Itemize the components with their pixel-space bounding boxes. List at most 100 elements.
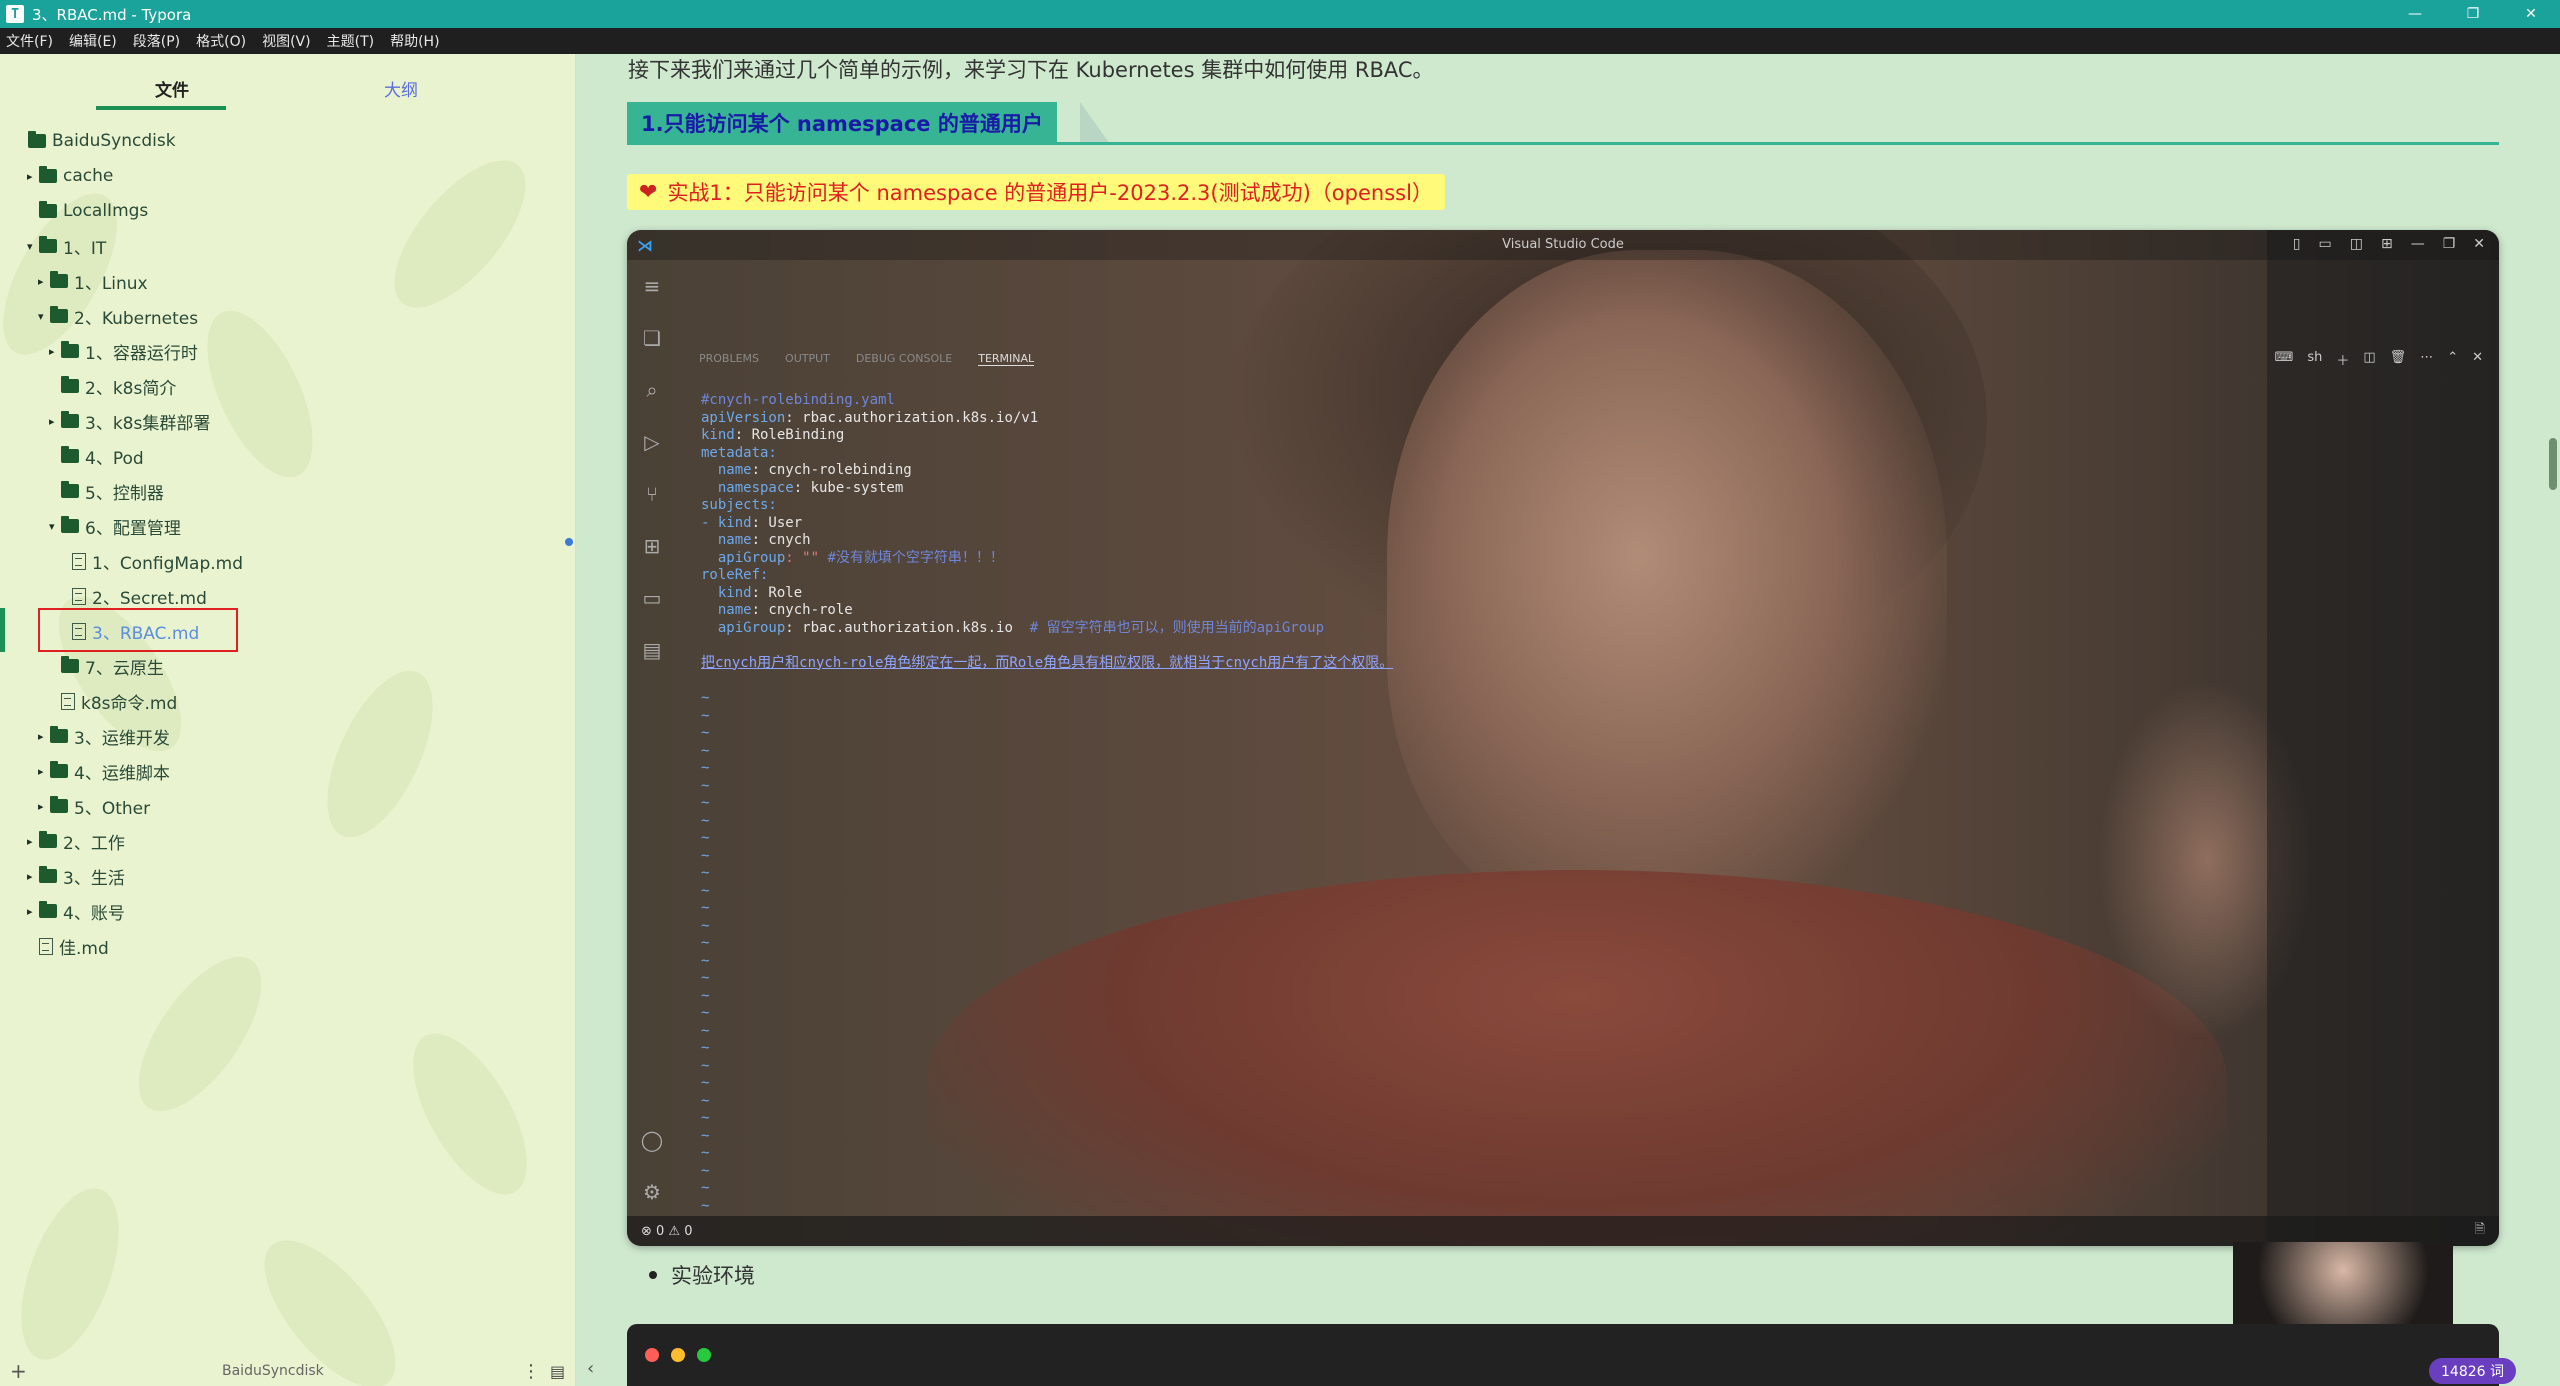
expand-down-icon[interactable]: ▾ (38, 310, 50, 323)
search-icon[interactable]: ⌕ (640, 378, 664, 402)
tree-item-label: cache (63, 166, 114, 186)
tree-item[interactable]: ▾ 6、配置管理 (49, 509, 181, 543)
expand-right-icon[interactable]: ▸ (49, 415, 61, 428)
folder-icon (61, 446, 79, 463)
tree-item[interactable]: ▸ cache (27, 159, 113, 193)
vscode-minimize-icon[interactable]: — (2411, 236, 2425, 252)
code-comment: #没有就填个空字符串！！！ (819, 549, 1004, 566)
toggle-secondary-sidebar-icon[interactable]: ◫ (2350, 236, 2363, 252)
tree-item[interactable]: ▸ 5、Other (38, 789, 150, 823)
tree-item[interactable]: ▸ 3、生活 (27, 859, 125, 893)
menu-icon[interactable]: ≡ (640, 274, 664, 298)
tree-item[interactable]: 3、RBAC.md (60, 614, 199, 648)
tree-item[interactable]: 4、Pod (49, 439, 144, 473)
tree-item[interactable]: BaiduSyncdisk (16, 124, 176, 158)
kill-terminal-icon[interactable]: 🗑 (2390, 350, 2407, 369)
vscode-close-icon[interactable]: ✕ (2473, 236, 2485, 252)
tree-item[interactable]: ▸ 3、运维开发 (38, 719, 170, 753)
activity-bar: ≡ ❏ ⌕ ▷ ⑂ ⊞ ▭ ▤ ◯ ⚙ (627, 260, 677, 1220)
tree-item[interactable]: ▾ 1、IT (27, 229, 106, 263)
expand-right-icon[interactable]: ▸ (49, 345, 61, 358)
tree-item[interactable]: ▸ 1、Linux (38, 264, 148, 298)
tree-item[interactable]: ▸ 2、工作 (27, 824, 125, 858)
list-view-icon[interactable]: ▤ (550, 1362, 565, 1381)
tree-item[interactable]: ▸ 4、运维脚本 (38, 754, 170, 788)
expand-down-icon[interactable]: ▾ (27, 240, 39, 253)
tree-item-label: 1、Linux (74, 273, 148, 294)
file-icon (72, 552, 86, 570)
expand-right-icon[interactable]: ▸ (38, 765, 50, 778)
code-string: : "" (785, 549, 820, 566)
vscode-restore-icon[interactable]: ❐ (2443, 236, 2456, 252)
notifications-icon[interactable]: 🗎 (2475, 1220, 2485, 1242)
tree-item[interactable]: LocalImgs (27, 194, 148, 228)
tree-item[interactable]: 2、Secret.md (60, 579, 207, 613)
menu-file[interactable]: 文件(F) (6, 31, 53, 51)
tab-problems[interactable]: PROBLEMS (699, 352, 759, 366)
tab-debug-console[interactable]: DEBUG CONSOLE (856, 352, 952, 366)
folder-icon (61, 411, 79, 428)
menu-edit[interactable]: 编辑(E) (69, 31, 117, 51)
tree-item[interactable]: k8s命令.md (49, 684, 177, 718)
expand-right-icon[interactable]: ▸ (27, 870, 39, 883)
explorer-icon[interactable]: ❏ (640, 326, 664, 350)
new-terminal-icon[interactable]: ＋ (2336, 350, 2349, 369)
tree-item[interactable]: ▾ 2、Kubernetes (38, 299, 198, 333)
tree-item[interactable]: 佳.md (27, 929, 109, 963)
tree-item[interactable]: 1、ConfigMap.md (60, 544, 243, 578)
notebook-icon[interactable]: ▤ (640, 638, 664, 662)
toggle-sidebar-icon[interactable]: ▯ (2293, 236, 2301, 252)
menu-help[interactable]: 帮助(H) (390, 31, 439, 51)
toggle-panel-icon[interactable]: ▭ (2319, 236, 2332, 252)
word-count-badge[interactable]: 14826 词 (2429, 1358, 2516, 1384)
maximize-panel-icon[interactable]: ⌃ (2447, 350, 2458, 369)
tab-terminal[interactable]: TERMINAL (978, 352, 1035, 366)
collapse-sidebar-icon[interactable]: ‹ (587, 1358, 594, 1379)
menu-theme[interactable]: 主题(T) (327, 31, 374, 51)
tree-item-label: 3、k8s集群部署 (85, 413, 211, 434)
expand-right-icon[interactable]: ▸ (27, 835, 39, 848)
tree-item[interactable]: 7、云原生 (49, 649, 164, 683)
remote-explorer-icon[interactable]: ▭ (640, 586, 664, 610)
run-debug-icon[interactable]: ▷ (640, 430, 664, 454)
code-key: kind (701, 427, 735, 443)
tab-outline[interactable]: 大纲 (384, 76, 418, 101)
tab-files[interactable]: 文件 (155, 76, 189, 101)
expand-right-icon[interactable]: ▸ (38, 730, 50, 743)
customize-layout-icon[interactable]: ⊞ (2381, 236, 2393, 252)
add-file-icon[interactable]: + (10, 1359, 27, 1383)
folder-icon (39, 201, 57, 218)
problems-status[interactable]: ⊗ 0 ⚠ 0 (641, 1224, 693, 1239)
scrollbar-thumb[interactable] (2549, 438, 2557, 490)
minimize-button[interactable]: — (2386, 0, 2444, 28)
terminal-shell-icon[interactable]: ⌨ (2275, 350, 2294, 369)
expand-right-icon[interactable]: ▸ (38, 275, 50, 288)
more-options-icon[interactable]: ⋮ (522, 1361, 540, 1382)
menu-view[interactable]: 视图(V) (262, 31, 311, 51)
expand-right-icon[interactable]: ▸ (38, 800, 50, 813)
code-key: apiGroup (701, 549, 786, 566)
source-control-icon[interactable]: ⑂ (640, 482, 664, 506)
expand-right-icon[interactable]: ▸ (27, 170, 39, 183)
tree-item[interactable]: ▸ 4、账号 (27, 894, 125, 928)
close-panel-icon[interactable]: ✕ (2472, 350, 2483, 369)
tab-output[interactable]: OUTPUT (785, 352, 830, 366)
extensions-icon[interactable]: ⊞ (640, 534, 664, 558)
vscode-screenshot: ⋊ Visual Studio Code ▯ ▭ ◫ ⊞ — ❐ ✕ ≡ ❏ ⌕… (627, 230, 2499, 1246)
tree-item[interactable]: ▸ 1、容器运行时 (49, 334, 198, 368)
expand-right-icon[interactable]: ▸ (27, 905, 39, 918)
tree-item[interactable]: 5、控制器 (49, 474, 164, 508)
menu-format[interactable]: 格式(O) (196, 31, 246, 51)
maximize-button[interactable]: ❐ (2444, 0, 2502, 28)
close-button[interactable]: ✕ (2502, 0, 2560, 28)
tree-item-label: 1、ConfigMap.md (92, 553, 243, 574)
settings-gear-icon[interactable]: ⚙ (640, 1180, 664, 1204)
menu-paragraph[interactable]: 段落(P) (133, 31, 180, 51)
more-actions-icon[interactable]: ⋯ (2420, 350, 2433, 369)
expand-down-icon[interactable]: ▾ (49, 520, 61, 533)
tree-item[interactable]: ▸ 3、k8s集群部署 (49, 404, 210, 438)
account-icon[interactable]: ◯ (640, 1128, 664, 1152)
tree-item[interactable]: 2、k8s简介 (49, 369, 176, 403)
code-key: namespace (701, 479, 794, 496)
split-terminal-icon[interactable]: ◫ (2363, 350, 2375, 369)
